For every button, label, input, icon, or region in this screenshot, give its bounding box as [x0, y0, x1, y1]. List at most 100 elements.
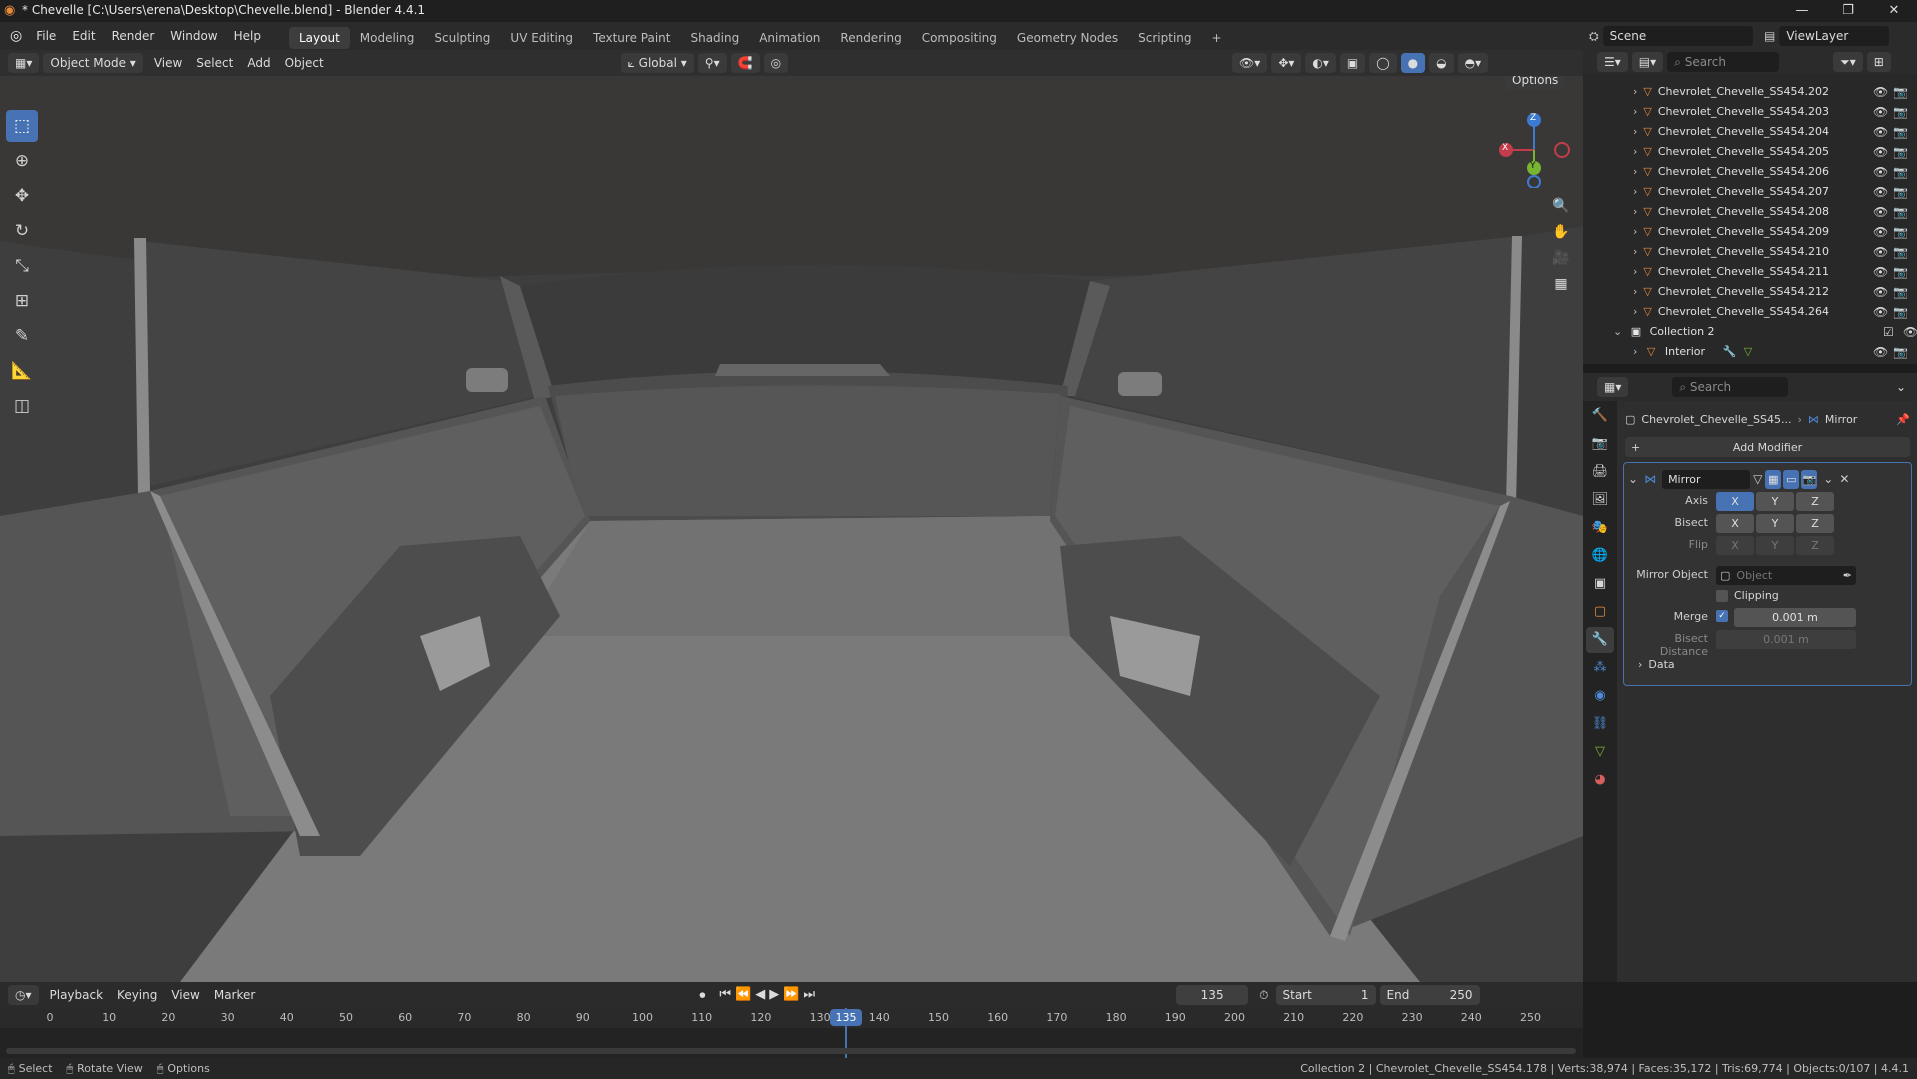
- remove-modifier-icon[interactable]: ✕: [1839, 472, 1849, 486]
- render-camera-icon[interactable]: 📷: [1893, 142, 1908, 162]
- playback-controls[interactable]: ⏮⏪◀▶⏩⏭: [712, 985, 826, 1005]
- visibility-eye-icon[interactable]: 👁: [1873, 162, 1888, 182]
- outliner-object-row[interactable]: › ▽ Chevrolet_Chevelle_SS454.206 👁 📷: [1633, 162, 1917, 182]
- panel-collapse-icon[interactable]: ⌄: [1628, 472, 1638, 486]
- modifiers-tab-icon[interactable]: 🔧: [1586, 627, 1614, 653]
- flip-x-toggle[interactable]: X: [1716, 536, 1754, 555]
- viewport-menu-select[interactable]: Select: [189, 53, 240, 73]
- scene-selector[interactable]: ⛭ Scene: [1585, 25, 1757, 47]
- timeline-scrollbar[interactable]: [6, 1048, 1576, 1054]
- render-toggle-icon[interactable]: 📷: [1801, 469, 1818, 489]
- output-tab-icon[interactable]: 🖨: [1586, 459, 1614, 485]
- tab-shading[interactable]: Shading: [680, 27, 749, 49]
- axis-x-toggle[interactable]: X: [1716, 492, 1754, 511]
- tab-texture-paint[interactable]: Texture Paint: [583, 27, 680, 49]
- outliner-object-row[interactable]: › ▽ Chevrolet_Chevelle_SS454.208 👁 📷: [1633, 202, 1917, 222]
- collection-checkbox-icon[interactable]: ☑: [1883, 322, 1894, 342]
- current-frame-field[interactable]: 135: [1176, 985, 1249, 1005]
- autokey-icon[interactable]: ⏺: [692, 985, 712, 1005]
- overlay-toggle-icon[interactable]: ◐▾: [1305, 53, 1336, 73]
- tab-modeling[interactable]: Modeling: [350, 27, 425, 49]
- visibility-icon[interactable]: 👁▾: [1232, 53, 1268, 73]
- properties-options-chevron-icon[interactable]: ⌄: [1889, 377, 1913, 397]
- outliner-object-row[interactable]: › ▽ Chevrolet_Chevelle_SS454.211 👁 📷: [1633, 262, 1917, 282]
- xray-icon[interactable]: ▣: [1339, 53, 1366, 73]
- visibility-eye-icon[interactable]: 👁: [1873, 102, 1888, 122]
- properties-editor-icon[interactable]: ▦▾: [1597, 377, 1629, 397]
- interior-render-camera-icon[interactable]: 📷: [1893, 342, 1908, 362]
- camera-view-icon[interactable]: 🎥: [1548, 245, 1574, 271]
- filter-icon[interactable]: ⏷▾: [1833, 52, 1863, 72]
- minimize-button[interactable]: —: [1779, 0, 1825, 22]
- visibility-eye-icon[interactable]: 👁: [1873, 282, 1888, 302]
- transform-orientation-dropdown[interactable]: ⟀ Global ▾: [620, 53, 694, 73]
- modifier-menu-chevron-icon[interactable]: ⌄: [1817, 472, 1839, 486]
- world-tab-icon[interactable]: 🌐: [1586, 543, 1614, 569]
- timeline-menu-view[interactable]: View: [164, 985, 206, 1005]
- tab-rendering[interactable]: Rendering: [830, 27, 911, 49]
- scene-name[interactable]: Scene: [1602, 26, 1753, 46]
- mode-dropdown[interactable]: Object Mode ▾: [43, 53, 143, 73]
- viewport-toggle-icon[interactable]: ▭: [1783, 469, 1800, 489]
- display-mode-icon[interactable]: ▤▾: [1631, 52, 1664, 72]
- outliner-object-row[interactable]: › ▽ Chevrolet_Chevelle_SS454.205 👁 📷: [1633, 142, 1917, 162]
- tab-layout[interactable]: Layout: [288, 26, 350, 49]
- expand-chevron-icon[interactable]: ›: [1633, 345, 1637, 358]
- collection-visibility-eye-icon[interactable]: 👁: [1903, 322, 1917, 342]
- render-camera-icon[interactable]: 📷: [1893, 222, 1908, 242]
- outliner-object-row[interactable]: › ▽ Chevrolet_Chevelle_SS454.210 👁 📷: [1633, 242, 1917, 262]
- menu-help[interactable]: Help: [226, 22, 269, 50]
- outliner-object-row[interactable]: › ▽ Chevrolet_Chevelle_SS454.264 👁 📷: [1633, 302, 1917, 322]
- timeline-menu-keying[interactable]: Keying: [110, 985, 164, 1005]
- visibility-eye-icon[interactable]: 👁: [1873, 262, 1888, 282]
- navigation-gizmo[interactable]: Z X Y: [1496, 112, 1572, 189]
- tab-sculpting[interactable]: Sculpting: [424, 27, 500, 49]
- render-camera-icon[interactable]: 📷: [1893, 242, 1908, 262]
- pan-hand-icon[interactable]: ✋: [1548, 219, 1574, 245]
- physics-tab-icon[interactable]: ◉: [1586, 683, 1614, 709]
- render-camera-icon[interactable]: 📷: [1893, 262, 1908, 282]
- timeline-menu-playback[interactable]: Playback: [43, 985, 111, 1005]
- eyedropper-icon[interactable]: ✒: [1843, 566, 1856, 585]
- visibility-eye-icon[interactable]: 👁: [1873, 302, 1888, 322]
- tool-tab-icon[interactable]: 🔨: [1586, 403, 1614, 429]
- flip-z-toggle[interactable]: Z: [1796, 536, 1834, 555]
- tab-animation[interactable]: Animation: [749, 27, 830, 49]
- annotate-icon[interactable]: ✎: [6, 320, 38, 352]
- edit-mode-cage-icon[interactable]: ▽: [1750, 472, 1765, 486]
- snap-icon[interactable]: 🧲: [730, 53, 760, 73]
- rotate-icon[interactable]: ↻: [6, 215, 38, 247]
- edit-mode-toggle-icon[interactable]: ▦: [1765, 469, 1782, 489]
- render-camera-icon[interactable]: 📷: [1893, 162, 1908, 182]
- cursor-icon[interactable]: ⊕: [6, 145, 38, 177]
- visibility-eye-icon[interactable]: 👁: [1873, 202, 1888, 222]
- object-tab-icon[interactable]: ▢: [1586, 599, 1614, 625]
- add-workspace-button[interactable]: +: [1202, 27, 1232, 49]
- start-frame-field[interactable]: Start 1: [1275, 985, 1376, 1005]
- select-box-icon[interactable]: ⬚: [6, 110, 38, 142]
- measure-icon[interactable]: 📐: [6, 355, 38, 387]
- outliner-collection-row[interactable]: ⌄ ▣ Collection 2 ☑ 👁 📷: [1613, 322, 1917, 342]
- timeline-editor-icon[interactable]: ◷▾: [8, 985, 39, 1005]
- visibility-eye-icon[interactable]: 👁: [1873, 142, 1888, 162]
- close-window-button[interactable]: ✕: [1871, 0, 1917, 22]
- shading-wireframe-icon[interactable]: ◯: [1369, 53, 1397, 73]
- bisect-y-toggle[interactable]: Y: [1756, 514, 1794, 533]
- new-collection-icon[interactable]: ⊞: [1866, 52, 1891, 72]
- proportional-edit-icon[interactable]: ◎: [763, 53, 789, 73]
- playhead-frame-badge[interactable]: 135: [830, 1009, 862, 1026]
- outliner-object-row[interactable]: › ▽ Chevrolet_Chevelle_SS454.202 👁 📷: [1633, 82, 1917, 102]
- shading-material-icon[interactable]: ◒: [1429, 53, 1454, 73]
- pivot-icon[interactable]: ⚲▾: [697, 53, 727, 73]
- properties-search-input[interactable]: ⌕ Search: [1672, 377, 1789, 397]
- viewport-menu-add[interactable]: Add: [240, 53, 277, 73]
- outliner-object-row[interactable]: › ▽ Chevrolet_Chevelle_SS454.203 👁 📷: [1633, 102, 1917, 122]
- viewport-options-button[interactable]: Options: [1505, 76, 1566, 90]
- clipping-checkbox-row[interactable]: Clipping: [1716, 589, 1779, 602]
- viewport-menu-view[interactable]: View: [147, 53, 189, 73]
- render-tab-icon[interactable]: 📷: [1586, 431, 1614, 457]
- constraints-tab-icon[interactable]: ⛓: [1586, 711, 1614, 737]
- tab-uv-editing[interactable]: UV Editing: [500, 27, 583, 49]
- menu-render[interactable]: Render: [104, 22, 163, 50]
- add-modifier-button[interactable]: + Add Modifier: [1625, 437, 1910, 457]
